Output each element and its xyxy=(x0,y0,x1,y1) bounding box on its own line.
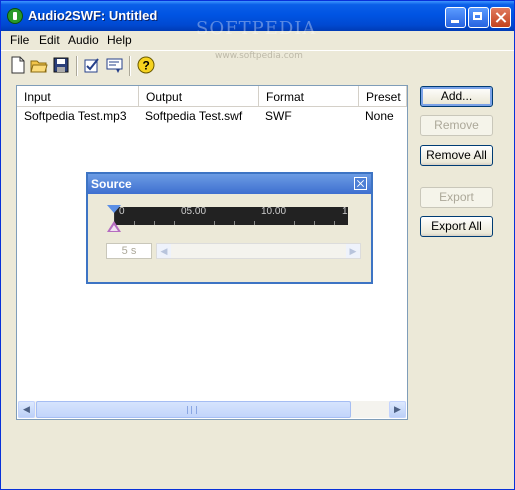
horizontal-scrollbar[interactable]: ◀ ▶ xyxy=(18,401,406,418)
source-dialog: Source 0 05.00 10.00 1 5 s ◀ ▶ xyxy=(86,172,373,284)
source-scroll-left-button[interactable]: ◀ xyxy=(157,244,171,258)
playhead-start-marker[interactable] xyxy=(107,205,121,213)
column-header-output[interactable]: Output xyxy=(139,86,259,107)
toolbar-separator xyxy=(76,56,78,76)
remove-all-button[interactable]: Remove All xyxy=(420,145,493,166)
menu-audio[interactable]: Audio xyxy=(68,33,99,47)
menu-file[interactable]: File xyxy=(10,33,29,47)
minimize-button[interactable] xyxy=(445,7,466,28)
menu-bar: File Edit Audio Help xyxy=(1,31,514,49)
toolbar: ? xyxy=(1,50,514,79)
menu-edit[interactable]: Edit xyxy=(39,33,60,47)
save-icon[interactable] xyxy=(52,56,70,74)
title-bar[interactable]: Audio2SWF: Untitled SOFTPEDIA xyxy=(1,1,514,39)
ruler-label: 1 xyxy=(342,206,348,217)
ruler-tick xyxy=(214,221,215,225)
column-header-input[interactable]: Input xyxy=(17,86,139,107)
playhead-end-marker-inner xyxy=(110,225,118,231)
cell-output: Softpedia Test.swf xyxy=(145,109,243,123)
timeline-ruler[interactable]: 0 05.00 10.00 1 xyxy=(114,206,348,225)
export-button[interactable]: Export xyxy=(420,187,493,208)
ruler-tick xyxy=(134,221,135,225)
source-close-button[interactable] xyxy=(354,177,367,190)
ruler-label: 05.00 xyxy=(181,206,207,217)
maximize-button[interactable] xyxy=(468,7,489,28)
close-button[interactable] xyxy=(490,7,511,28)
ruler-tick xyxy=(294,221,295,225)
scroll-left-button[interactable]: ◀ xyxy=(18,401,35,418)
column-header-format[interactable]: Format xyxy=(259,86,359,107)
ruler-tick xyxy=(254,221,255,225)
menu-help[interactable]: Help xyxy=(107,33,132,47)
scroll-thumb[interactable] xyxy=(36,401,351,418)
app-icon xyxy=(7,8,23,24)
check-settings-icon[interactable] xyxy=(83,56,101,74)
cell-preset: None xyxy=(365,109,394,123)
remove-button[interactable]: Remove xyxy=(420,115,493,136)
ruler-tick xyxy=(314,221,315,225)
ruler-tick xyxy=(174,221,175,225)
column-header-preset[interactable]: Preset xyxy=(359,86,407,107)
ruler-label: 10.00 xyxy=(261,206,287,217)
ruler-tick xyxy=(154,221,155,225)
window-title: Audio2SWF: Untitled xyxy=(28,8,158,23)
open-folder-icon[interactable] xyxy=(30,56,48,74)
toolbar-separator xyxy=(129,56,131,76)
source-scroll-right-button[interactable]: ▶ xyxy=(346,244,360,258)
new-file-icon[interactable] xyxy=(9,56,27,74)
scroll-right-button[interactable]: ▶ xyxy=(389,401,406,418)
cell-format: SWF xyxy=(265,109,292,123)
help-icon[interactable]: ? xyxy=(137,56,155,74)
ruler-tick xyxy=(234,221,235,225)
source-scrollbar[interactable]: ◀ ▶ xyxy=(156,243,361,259)
source-title-bar[interactable]: Source xyxy=(88,174,371,194)
grip-icon xyxy=(187,406,197,414)
export-all-button[interactable]: Export All xyxy=(420,216,493,237)
svg-text:?: ? xyxy=(143,59,150,73)
add-button[interactable]: Add... xyxy=(420,86,493,107)
main-window: Audio2SWF: Untitled SOFTPEDIA File Edit … xyxy=(0,0,515,490)
cell-input: Softpedia Test.mp3 xyxy=(24,109,127,123)
duration-field[interactable]: 5 s xyxy=(106,243,152,259)
ruler-tick xyxy=(334,221,335,225)
preview-icon[interactable] xyxy=(106,56,124,74)
source-title: Source xyxy=(91,177,132,191)
